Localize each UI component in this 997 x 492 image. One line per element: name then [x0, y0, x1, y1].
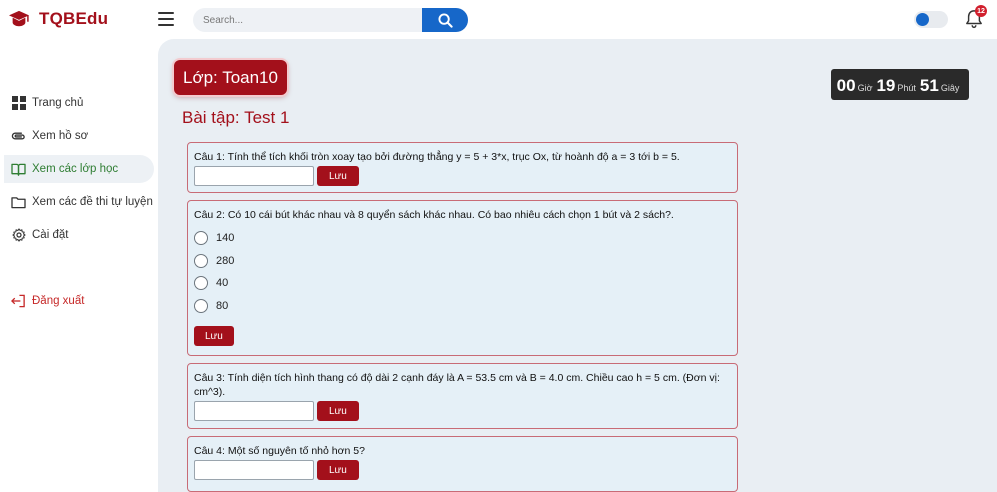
search-input[interactable]	[193, 8, 423, 32]
gear-icon	[11, 228, 26, 243]
class-badge: Lớp: Toan10	[174, 60, 287, 95]
timer-seconds-unit: Giây	[940, 83, 960, 93]
question-card-1: Câu 1: Tính thể tích khối tròn xoay tạo …	[187, 142, 738, 193]
save-button[interactable]: Lưu	[317, 401, 359, 421]
sidebar-item-label: Đăng xuất	[32, 295, 85, 307]
menu-toggle-icon[interactable]	[158, 12, 174, 26]
app-logo[interactable]: TQBEdu	[8, 9, 108, 29]
sidebar-item-home[interactable]: Trang chủ	[4, 89, 154, 117]
timer-hours-unit: Giờ	[857, 83, 873, 93]
question-text: Câu 2: Có 10 cái bút khác nhau và 8 quyể…	[194, 209, 674, 221]
save-button[interactable]: Lưu	[317, 460, 359, 480]
dashboard-icon	[11, 96, 26, 111]
question-text: Câu 4: Một số nguyên tố nhỏ hơn 5?	[194, 445, 365, 457]
option-label: 40	[216, 277, 229, 290]
sidebar-item-settings[interactable]: Cài đặt	[4, 221, 154, 249]
save-button[interactable]: Lưu	[317, 166, 359, 186]
sidebar-item-label: Xem hồ sơ	[32, 130, 89, 142]
answer-row: Lưu	[194, 166, 731, 186]
timer-hours: 00	[836, 76, 856, 95]
sidebar-item-logout[interactable]: Đăng xuất	[4, 287, 154, 315]
option-label: 140	[216, 232, 235, 245]
answer-input[interactable]	[194, 401, 314, 421]
question-card-3: Câu 3: Tính diện tích hình thang có độ d…	[187, 363, 738, 429]
save-button[interactable]: Lưu	[194, 326, 234, 346]
radio-button[interactable]	[194, 276, 208, 291]
option-1[interactable]: 140	[194, 227, 731, 250]
question-card-2: Câu 2: Có 10 cái bút khác nhau và 8 quyể…	[187, 200, 738, 356]
timer-seconds: 51	[919, 76, 939, 95]
paperclip-icon	[11, 129, 26, 144]
radio-button[interactable]	[194, 298, 208, 313]
option-2[interactable]: 280	[194, 250, 731, 273]
sidebar-item-profile[interactable]: Xem hồ sơ	[4, 122, 154, 150]
question-text: Câu 3: Tính diện tích hình thang có độ d…	[194, 372, 720, 398]
option-4[interactable]: 80	[194, 295, 731, 318]
sidebar-item-classes[interactable]: Xem các lớp học	[4, 155, 154, 183]
notification-badge: 12	[975, 5, 987, 17]
logout-icon	[11, 294, 26, 309]
answer-input[interactable]	[194, 166, 314, 186]
search-bar	[193, 8, 468, 32]
search-icon	[438, 12, 453, 28]
book-icon	[11, 162, 26, 177]
timer-minutes-unit: Phút	[897, 83, 916, 93]
sidebar: Trang chủ Xem hồ sơ Xem các lớp học Xem …	[0, 39, 158, 492]
sidebar-item-practice-exams[interactable]: Xem các đề thi tự luyện	[4, 188, 154, 216]
exercise-title: Bài tập: Test 1	[182, 108, 290, 127]
options-list: 140 280 40 80	[194, 227, 731, 317]
toggle-knob	[916, 13, 929, 26]
option-label: 80	[216, 299, 229, 312]
countdown-timer: 00 Giờ 19 Phút 51 Giây	[831, 69, 969, 100]
option-label: 280	[216, 254, 235, 267]
radio-button[interactable]	[194, 231, 208, 246]
top-header: TQBEdu 12	[0, 0, 997, 39]
sidebar-item-label: Xem các lớp học	[32, 163, 119, 175]
question-card-4: Câu 4: Một số nguyên tố nhỏ hơn 5? Lưu	[187, 436, 738, 492]
answer-row: Lưu	[194, 460, 731, 480]
sidebar-item-label: Xem các đề thi tự luyện	[32, 196, 153, 208]
theme-toggle[interactable]	[914, 11, 948, 28]
answer-row: Lưu	[194, 401, 731, 421]
sidebar-item-label: Cài đặt	[32, 229, 69, 241]
option-3[interactable]: 40	[194, 272, 731, 295]
app-name: TQBEdu	[39, 9, 109, 28]
answer-input[interactable]	[194, 460, 314, 480]
folder-icon	[11, 195, 26, 210]
timer-minutes: 19	[876, 76, 896, 95]
sidebar-item-label: Trang chủ	[32, 97, 84, 109]
radio-button[interactable]	[194, 253, 208, 268]
graduation-cap-icon	[9, 10, 29, 27]
main-content: Lớp: Toan10 00 Giờ 19 Phút 51 Giây Bài t…	[158, 39, 997, 492]
question-text: Câu 1: Tính thể tích khối tròn xoay tạo …	[194, 151, 680, 163]
search-button[interactable]	[422, 8, 468, 32]
